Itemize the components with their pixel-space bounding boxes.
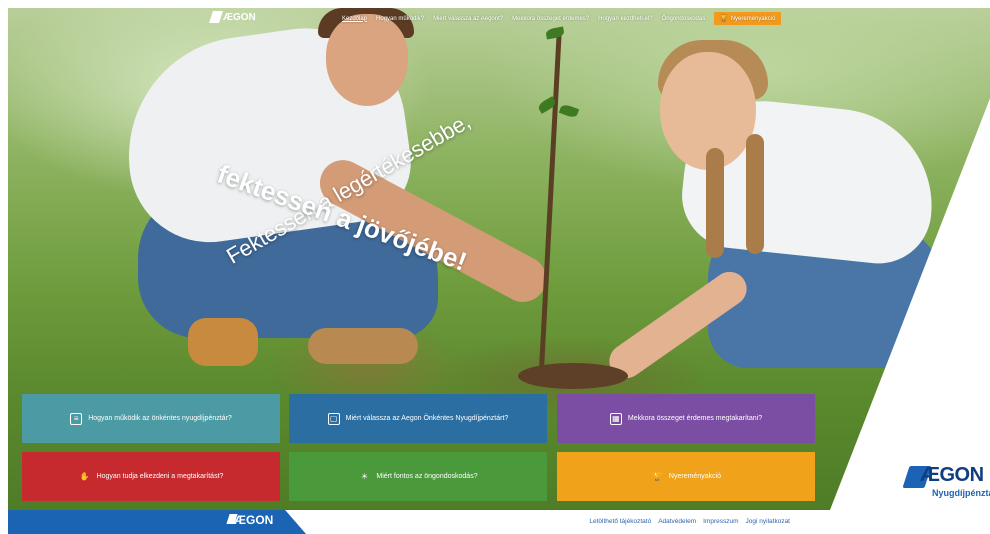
hero-photo-shoe	[308, 328, 418, 364]
tile-label: Hogyan tudja elkezdeni a megtakarítást?	[96, 473, 224, 480]
footer-logo[interactable]: ÆGON	[8, 510, 306, 534]
nav-item-hogyan-kezdheti[interactable]: Hogyan kezdheti el?	[598, 16, 652, 22]
footer-logo-text: ÆGON	[234, 513, 274, 527]
nav-cta-label: Nyereményakció	[730, 15, 776, 22]
nav-item-ongondoskodas[interactable]: Öngondoskodás	[662, 16, 706, 22]
tile-mekkora-osszeget[interactable]: ▦ Mekkora összeget érdemes megtakarítani…	[557, 394, 815, 443]
footer-link-tajekoztato[interactable]: Letölthető tájékoztató	[589, 518, 651, 525]
footer-link-impresszum[interactable]: Impresszum	[703, 518, 738, 525]
leaf-icon	[558, 103, 580, 119]
cards-icon: ▢	[327, 412, 340, 425]
hero-photo-braid	[706, 148, 724, 258]
aegon-logo-icon	[209, 11, 223, 23]
nav-item-hogyan-mukodik[interactable]: Hogyan működik?	[376, 16, 424, 22]
calculator-icon: ▦	[609, 412, 622, 425]
tile-label: Nyereményakció	[668, 473, 722, 480]
hero-photo-soil	[518, 363, 628, 389]
footer-links: Letölthető tájékoztató Adatvédelem Impre…	[589, 518, 790, 525]
hand-icon: ✋	[79, 471, 90, 481]
nav-cta-nyeremenyakcio[interactable]: 🏆 Nyereményakció	[714, 12, 782, 25]
tile-miert-fontos[interactable]: ☀ Miért fontos az öngondoskodás?	[289, 452, 547, 501]
hero-photo-sapling	[539, 28, 562, 368]
footer-link-jogi-nyilatkozat[interactable]: Jogi nyilatkozat	[746, 518, 790, 525]
hero-logo-subtext: Nyugdíjpénztár	[932, 488, 990, 498]
tile-label: Hogyan működik az önkéntes nyugdíjpénztá…	[88, 415, 232, 422]
document-icon: ≡	[70, 412, 83, 425]
footer-link-adatvedelem[interactable]: Adatvédelem	[658, 518, 696, 525]
tile-label: Miért fontos az öngondoskodás?	[376, 473, 478, 480]
tile-label: Miért válassza az Aegon Önkéntes Nyugdíj…	[345, 415, 509, 422]
hero-headline: Fektessen a legértékesebbe, fektessen a …	[210, 108, 487, 276]
header-logo-text: ÆGON	[223, 11, 256, 23]
trophy-icon: 🏆	[720, 16, 728, 22]
tile-hogyan-kezdje[interactable]: ✋ Hogyan tudja elkezdeni a megtakarítást…	[22, 452, 280, 501]
hero-photo-man-head	[326, 14, 408, 106]
footer: ÆGON Letölthető tájékoztató Adatvédelem …	[0, 510, 990, 534]
page: ÆGON Kezdőlap Hogyan működik? Miért vála…	[0, 0, 990, 534]
nav-item-kezdolap[interactable]: Kezdőlap	[342, 16, 367, 22]
tile-miert-valassza[interactable]: ▢ Miért válassza az Aegon Önkéntes Nyugd…	[289, 394, 547, 443]
hero-photo-braid	[746, 134, 764, 254]
tile-nyeremenyakcio[interactable]: 🏆 Nyereményakció	[557, 452, 815, 501]
hero-photo-shoe	[188, 318, 258, 366]
trophy-icon: 🏆	[651, 471, 662, 481]
nav-item-mekkora-osszeget[interactable]: Mekkora összeget érdemes?	[512, 16, 589, 22]
hero-logo: ÆGON Nyugdíjpénztár	[902, 462, 990, 502]
lightbulb-icon: ☀	[360, 471, 368, 481]
header-logo[interactable]: ÆGON	[209, 9, 256, 25]
leaf-icon	[545, 26, 565, 40]
hero-logo-text: ÆGON	[920, 464, 984, 486]
main-nav: Kezdőlap Hogyan működik? Miért válassza …	[342, 12, 782, 25]
nav-item-miert-valassza[interactable]: Miért válassza az Aegont?	[433, 16, 503, 22]
tile-label: Mekkora összeget érdemes megtakarítani?	[627, 415, 763, 422]
tile-hogyan-mukodik[interactable]: ≡ Hogyan működik az önkéntes nyugdíjpénz…	[22, 394, 280, 443]
